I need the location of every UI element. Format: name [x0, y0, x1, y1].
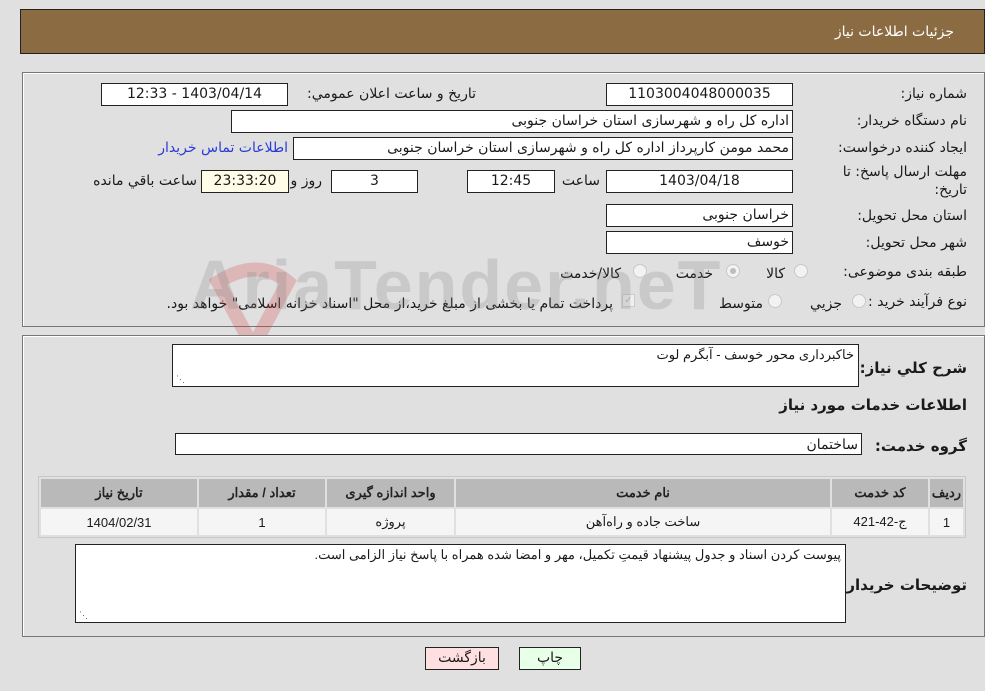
need-number-field: 1103004048000035	[606, 83, 793, 106]
category-option-goods-service: کالا/خدمت	[560, 266, 621, 282]
resize-grip-icon[interactable]: ⋰	[78, 610, 88, 620]
announce-datetime-label: تاريخ و ساعت اعلان عمومي:	[307, 86, 476, 102]
buyer-notes-label: توضيحات خريدار:	[840, 576, 967, 594]
print-button[interactable]: چاپ	[519, 647, 581, 670]
page-header: جزئیات اطلاعات نیاز	[20, 9, 985, 54]
cell-unit: پروژه	[327, 509, 454, 535]
col-header-service-name: نام خدمت	[456, 479, 830, 507]
delivery-province-label: استان محل تحویل:	[857, 208, 967, 224]
col-header-row-number: رديف	[930, 479, 963, 507]
announce-datetime-field: 1403/04/14 - 12:33	[101, 83, 288, 106]
delivery-province-field: خراسان جنوبی	[606, 204, 793, 227]
cell-quantity: 1	[199, 509, 325, 535]
table-row: 1 ج-42-421 ساخت جاده و راه‌آهن پروژه 1 1…	[41, 509, 963, 535]
remaining-days-field: 3	[331, 170, 418, 193]
category-radio-service[interactable]	[726, 264, 740, 278]
deadline-time-field: 12:45	[467, 170, 555, 193]
delivery-city-field: خوسف	[606, 231, 793, 254]
need-number-label: شماره نیاز:	[900, 86, 968, 102]
services-table: رديف کد خدمت نام خدمت واحد اندازه گيری ت…	[38, 476, 966, 538]
back-button[interactable]: بازگشت	[425, 647, 499, 670]
buyer-org-field: اداره کل راه و شهرسازی استان خراسان جنوب…	[231, 110, 793, 133]
summary-label: شرح کلي نياز:	[859, 359, 967, 377]
cell-service-code: ج-42-421	[832, 509, 928, 535]
buyer-notes-text: پیوست کردن اسناد و جدول پیشنهاد قیمتِ تک…	[314, 547, 841, 562]
days-label: روز و	[290, 173, 323, 189]
deadline-date-field: 1403/04/18	[606, 170, 793, 193]
deadline-label-line1: مهلت ارسال پاسخ: تا	[842, 164, 967, 180]
service-group-field: ساختمان	[175, 433, 862, 455]
treasury-checkbox[interactable]: ✓	[622, 294, 635, 307]
summary-textarea[interactable]: خاکبرداری محور خوسف - آبگرم لوت ⋰	[172, 344, 859, 387]
buyer-notes-textarea[interactable]: پیوست کردن اسناد و جدول پیشنهاد قیمتِ تک…	[75, 544, 846, 623]
category-option-goods: کالا	[766, 266, 785, 282]
col-header-unit: واحد اندازه گيری	[327, 479, 454, 507]
deadline-time-label: ساعت	[561, 173, 600, 189]
col-header-quantity: تعداد / مقدار	[199, 479, 325, 507]
category-radio-goods[interactable]	[794, 264, 808, 278]
requester-label: ايجاد کننده درخواست:	[838, 140, 967, 156]
col-header-service-code: کد خدمت	[832, 479, 928, 507]
cell-need-date: 1404/02/31	[41, 509, 197, 535]
remaining-time-label: ساعت باقي مانده	[93, 173, 197, 189]
col-header-need-date: تاريخ نياز	[41, 479, 197, 507]
table-header-row: رديف کد خدمت نام خدمت واحد اندازه گيری ت…	[41, 479, 963, 507]
resize-grip-icon[interactable]: ⋰	[175, 374, 185, 384]
requester-field: محمد مومن کارپرداز اداره کل راه و شهرساز…	[293, 137, 793, 160]
buyer-org-label: نام دستگاه خريدار:	[856, 113, 967, 129]
cell-service-name: ساخت جاده و راه‌آهن	[456, 509, 830, 535]
services-heading: اطلاعات خدمات مورد نياز	[779, 396, 967, 414]
purchase-type-radio-medium[interactable]	[768, 294, 782, 308]
category-radio-goods-service[interactable]	[633, 264, 647, 278]
category-label: طبقه بندی موضوعی:	[843, 264, 967, 280]
purchase-type-label: نوع فرآيند خريد :	[868, 294, 967, 310]
purchase-type-option-minor: جزيي	[810, 296, 842, 312]
treasury-note: پرداخت تمام يا بخشی از مبلغ خريد،از محل …	[166, 296, 613, 312]
service-group-label: گروه خدمت:	[874, 437, 967, 455]
purchase-type-radio-minor[interactable]	[852, 294, 866, 308]
page-title: جزئیات اطلاعات نیاز	[834, 23, 954, 40]
remaining-time-field: 23:33:20	[201, 170, 289, 193]
category-option-service: خدمت	[675, 266, 713, 282]
cell-row-number: 1	[930, 509, 963, 535]
deadline-label-line2: تاريخ:	[934, 182, 967, 198]
summary-text: خاکبرداری محور خوسف - آبگرم لوت	[656, 347, 854, 362]
delivery-city-label: شهر محل تحویل:	[865, 235, 967, 251]
buyer-contact-link[interactable]: اطلاعات تماس خريدار	[158, 140, 288, 156]
purchase-type-option-medium: متوسط	[719, 296, 763, 312]
